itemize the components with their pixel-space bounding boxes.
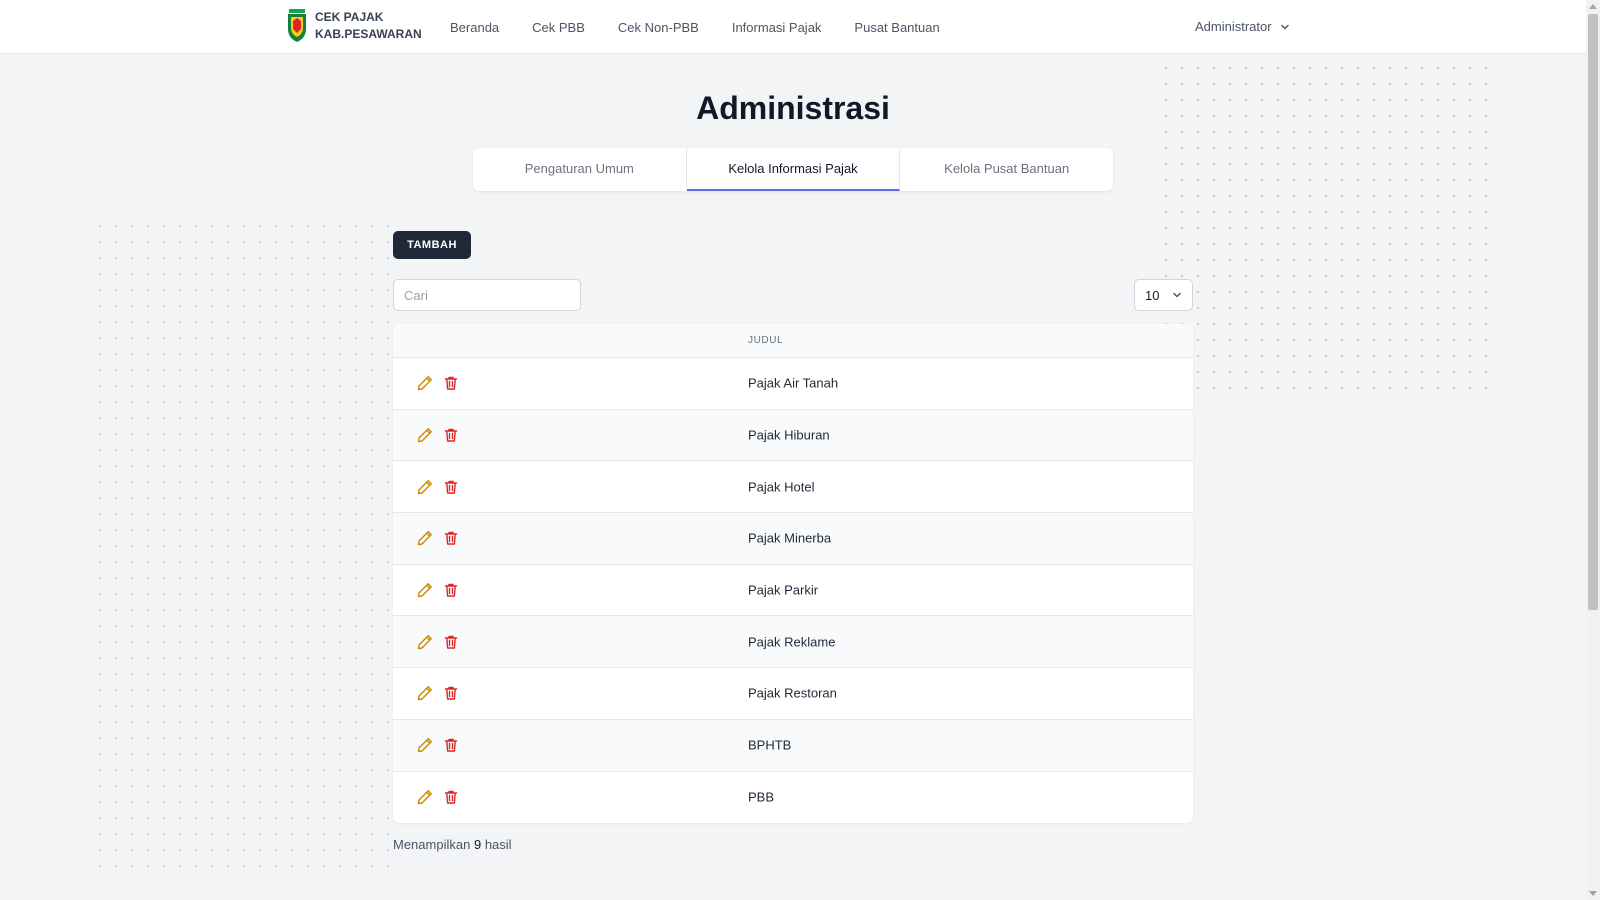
brand[interactable]: CEK PAJAK KAB.PESAWARAN [286,9,422,43]
row-title[interactable]: Pajak Minerba [748,531,831,546]
trash-icon[interactable] [443,634,459,650]
decorative-dot-pattern [92,218,392,878]
pencil-icon[interactable] [417,427,433,443]
pencil-icon[interactable] [417,737,433,753]
table-row: Pajak Minerba [393,513,1193,565]
table-body: Pajak Air Tanah Pajak Hiburan Pajak Hotel P… [393,358,1193,823]
table-row: Pajak Hotel [393,461,1193,514]
add-button[interactable]: TAMBAH [393,231,471,259]
pencil-icon[interactable] [417,789,433,805]
pencil-icon[interactable] [417,479,433,495]
brand-name: CEK PAJAK KAB.PESAWARAN [315,9,422,43]
scrollbar-thumb[interactable] [1588,14,1598,610]
nav-item-cek-non-pbb[interactable]: Cek Non-PBB [618,20,699,35]
column-header-judul[interactable]: JUDUL [748,335,783,346]
table-row: Pajak Air Tanah [393,358,1193,410]
row-actions [417,427,459,443]
result-summary: Menampilkan 9 hasil [393,837,512,852]
row-actions [417,530,459,546]
row-title[interactable]: PBB [748,790,774,805]
main-nav: Beranda Cek PBB Cek Non-PBB Informasi Pa… [450,0,940,54]
row-title[interactable]: Pajak Reklame [748,634,835,649]
table-header: JUDUL [393,324,1193,358]
tab-pengaturan-umum[interactable]: Pengaturan Umum [473,148,687,191]
nav-item-informasi-pajak[interactable]: Informasi Pajak [732,20,822,35]
scroll-up-icon[interactable] [1589,4,1597,9]
trash-icon[interactable] [443,530,459,546]
table-row: Pajak Restoran [393,668,1193,720]
trash-icon[interactable] [443,685,459,701]
row-title[interactable]: BPHTB [748,738,791,753]
row-title[interactable]: Pajak Parkir [748,583,818,598]
table-row: BPHTB [393,719,1193,772]
pencil-icon[interactable] [417,375,433,391]
top-navbar: CEK PAJAK KAB.PESAWARAN Beranda Cek PBB … [0,0,1586,54]
row-title[interactable]: Pajak Air Tanah [748,376,838,391]
shield-logo-icon [288,9,306,42]
table-row: Pajak Reklame [393,616,1193,669]
admin-tabs: Pengaturan Umum Kelola Informasi Pajak K… [473,148,1113,191]
trash-icon[interactable] [443,479,459,495]
table-row: PBB [393,772,1193,824]
pencil-icon[interactable] [417,685,433,701]
row-actions [417,375,459,391]
chevron-down-icon [1173,292,1181,298]
nav-item-cek-pbb[interactable]: Cek PBB [532,20,585,35]
row-actions [417,634,459,650]
row-actions [417,737,459,753]
trash-icon[interactable] [443,427,459,443]
row-actions [417,479,459,495]
page-scrollbar[interactable] [1586,0,1600,900]
row-title[interactable]: Pajak Restoran [748,686,837,701]
row-title[interactable]: Pajak Hotel [748,479,814,494]
tax-info-table: JUDUL Pajak Air Tanah Pajak Hiburan Pajak … [393,324,1193,823]
page-title: Administrasi [696,90,890,126]
trash-icon[interactable] [443,789,459,805]
row-title[interactable]: Pajak Hiburan [748,428,830,443]
brand-line-1: CEK PAJAK [315,10,384,24]
trash-icon[interactable] [443,737,459,753]
user-menu[interactable]: Administrator [1195,19,1290,34]
tab-kelola-pusat-bantuan[interactable]: Kelola Pusat Bantuan [900,148,1113,191]
table-row: Pajak Hiburan [393,409,1193,462]
row-actions [417,582,459,598]
trash-icon[interactable] [443,375,459,391]
row-actions [417,789,459,805]
search-input[interactable] [393,279,581,311]
per-page-value: 10 [1145,287,1160,303]
trash-icon[interactable] [443,582,459,598]
pencil-icon[interactable] [417,530,433,546]
scroll-down-icon[interactable] [1589,891,1597,896]
brand-line-2: KAB.PESAWARAN [315,27,422,41]
table-row: Pajak Parkir [393,565,1193,617]
result-count: 9 [473,837,482,852]
result-prefix: Menampilkan [393,837,471,852]
user-menu-label: Administrator [1195,19,1272,34]
per-page-select[interactable]: 10 [1134,279,1193,311]
result-suffix: hasil [484,837,512,852]
chevron-down-icon [1280,24,1289,29]
pencil-icon[interactable] [417,634,433,650]
row-actions [417,685,459,701]
nav-item-beranda[interactable]: Beranda [450,20,499,35]
pencil-icon[interactable] [417,582,433,598]
nav-item-pusat-bantuan[interactable]: Pusat Bantuan [854,20,939,35]
tab-kelola-informasi-pajak[interactable]: Kelola Informasi Pajak [686,148,901,191]
